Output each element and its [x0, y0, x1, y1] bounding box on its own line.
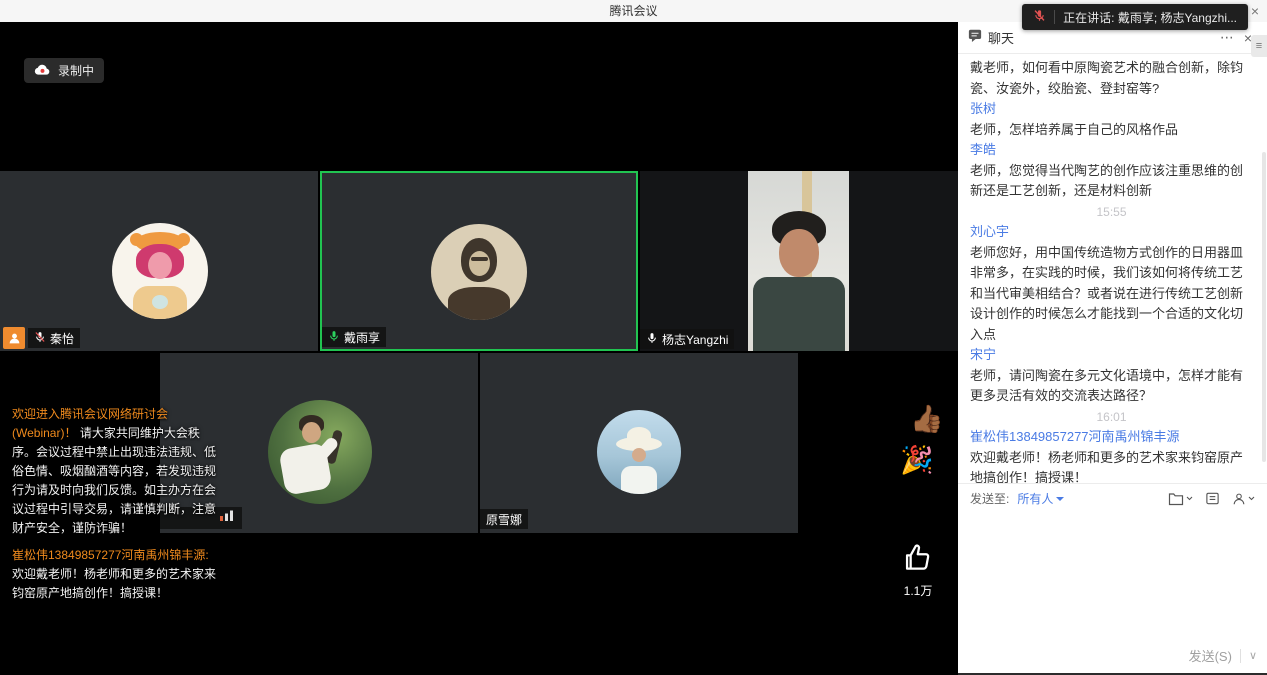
speaking-toast-text: 正在讲话: 戴雨享; 杨志Yangzhi... [1063, 9, 1237, 26]
chat-message-name: 刘心宇 [970, 222, 1253, 243]
person-icon[interactable] [1232, 492, 1255, 506]
network-signal-icon [219, 509, 235, 527]
tencent-meeting-window: 腾讯会议 × 录制中 [0, 0, 1267, 675]
video-tile-qinyi[interactable]: 秦怡 [0, 171, 318, 351]
video-tile-yangzhi[interactable]: 杨志Yangzhi [640, 171, 958, 351]
window-close-icon[interactable]: × [1251, 0, 1259, 22]
muted-mic-icon [1033, 9, 1046, 25]
chat-message-text: 戴老师，如何看中原陶瓷艺术的融合创新，除钧瓷、汝瓷外，绞胎瓷、登封窑等? [970, 58, 1253, 99]
chat-message-text: 欢迎戴老师！杨老师和更多的艺术家来钧窑原产地搞创作！搞授课！ [970, 448, 1253, 484]
speaking-toast: 正在讲话: 戴雨享; 杨志Yangzhi... [1022, 4, 1248, 30]
chat-title: 聊天 [988, 28, 1014, 47]
announcement-overlay: 欢迎进入腾讯会议网络研讨会(Webinar)！ 请大家共同维护大会秩序。会议过程… [12, 405, 218, 603]
send-to-label: 发送至: [970, 490, 1009, 507]
video-area: 录制中 秦怡 [0, 22, 958, 675]
recording-indicator[interactable]: 录制中 [24, 58, 104, 83]
participant-name-tag: 戴雨享 [322, 327, 386, 347]
chat-message-time: 16:01 [970, 407, 1253, 428]
avatar [431, 224, 527, 320]
chat-message-name: 宋宁 [970, 345, 1253, 366]
video-tile-daiyuxiang[interactable]: 戴雨享 [320, 171, 638, 351]
overlay-chat-sender: 崔松伟13849857277河南禹州锦丰源: [12, 548, 209, 562]
overlay-chat-text: 欢迎戴老师！杨老师和更多的艺术家来钧窑原产地搞创作！搞授课！ [12, 567, 216, 600]
send-to-value: 所有人 [1017, 490, 1053, 507]
host-badge-icon [3, 327, 25, 349]
chat-message-name: 崔松伟13849857277河南禹州锦丰源 [970, 427, 1253, 448]
muted-mic-icon [34, 331, 46, 346]
chat-message-text: 老师您好，用中国传统造物方式创作的日用器皿非常多，在实践的时候，我们该如何将传统… [970, 243, 1253, 346]
participant-name: 杨志Yangzhi [662, 331, 728, 348]
folder-icon[interactable] [1168, 492, 1193, 506]
reaction-grinning-emoji: 😁 [898, 489, 926, 516]
participant-name-tag: 秦怡 [28, 328, 80, 348]
chat-panel: 聊天 ⋯ × ≡ 戴老师，如何看中原陶瓷艺术的融合创新，除钧瓷、汝瓷外，绞胎瓷、… [958, 22, 1267, 675]
video-feed [748, 171, 849, 351]
chat-message-list[interactable]: 戴老师，如何看中原陶瓷艺术的融合创新，除钧瓷、汝瓷外，绞胎瓷、登封窑等?张树老师… [958, 54, 1267, 483]
reaction-party-popper-emoji: 🎉 [900, 447, 934, 474]
video-tile-yuanxuena[interactable]: 原雪娜 [480, 353, 798, 533]
participant-name-tag: 杨志Yangzhi [640, 329, 734, 349]
avatar [268, 400, 372, 504]
avatar [112, 223, 208, 319]
chat-input-area[interactable] [958, 513, 1267, 643]
speaking-mic-icon [328, 330, 340, 345]
reaction-thumbs-up-emoji: 👍🏾 [910, 406, 944, 433]
participant-name: 秦怡 [50, 330, 74, 347]
chat-message-time: 15:55 [970, 202, 1253, 223]
chat-scrollbar[interactable] [1262, 152, 1266, 462]
mic-on-icon [646, 332, 658, 347]
send-options-chevron-icon[interactable]: ∨ [1249, 649, 1257, 662]
like-count: 1.1万 [888, 582, 948, 599]
send-button[interactable]: 发送(S) [1189, 646, 1232, 665]
chevron-down-icon [1056, 497, 1064, 501]
avatar [597, 410, 681, 494]
chat-bubble-icon [968, 28, 982, 47]
chat-send-bar: 发送至: 所有人 [958, 483, 1267, 513]
announcement-board-icon[interactable] [1205, 491, 1220, 506]
send-to-dropdown[interactable]: 所有人 [1017, 490, 1064, 507]
thumbs-up-outline-icon[interactable] [902, 561, 934, 578]
announcement-body: 请大家共同维护大会秩序。会议过程中禁止出现违法违规、低俗色情、吸烟酗酒等内容，若… [12, 426, 216, 535]
cloud-recording-icon [34, 63, 51, 79]
chat-message-name: 张树 [970, 99, 1253, 120]
chat-more-icon[interactable]: ⋯ [1215, 29, 1239, 46]
chat-message-name: 李皓 [970, 140, 1253, 161]
chat-message-text: 老师，您觉得当代陶艺的创作应该注重思维的创新还是工艺创新，还是材料创新 [970, 161, 1253, 202]
send-button-group: 发送(S) ∨ [1189, 646, 1257, 665]
like-counter[interactable]: 1.1万 [888, 542, 948, 599]
recording-label: 录制中 [58, 62, 94, 79]
participant-name-tag: 原雪娜 [480, 509, 528, 529]
participant-name: 戴雨享 [344, 329, 380, 346]
chat-message-text: 老师，怎样培养属于自己的风格作品 [970, 120, 1253, 141]
participant-name: 原雪娜 [486, 511, 522, 528]
chat-message-text: 老师，请问陶瓷在多元文化语境中，怎样才能有更多灵活有效的交流表达路径？ [970, 366, 1253, 407]
